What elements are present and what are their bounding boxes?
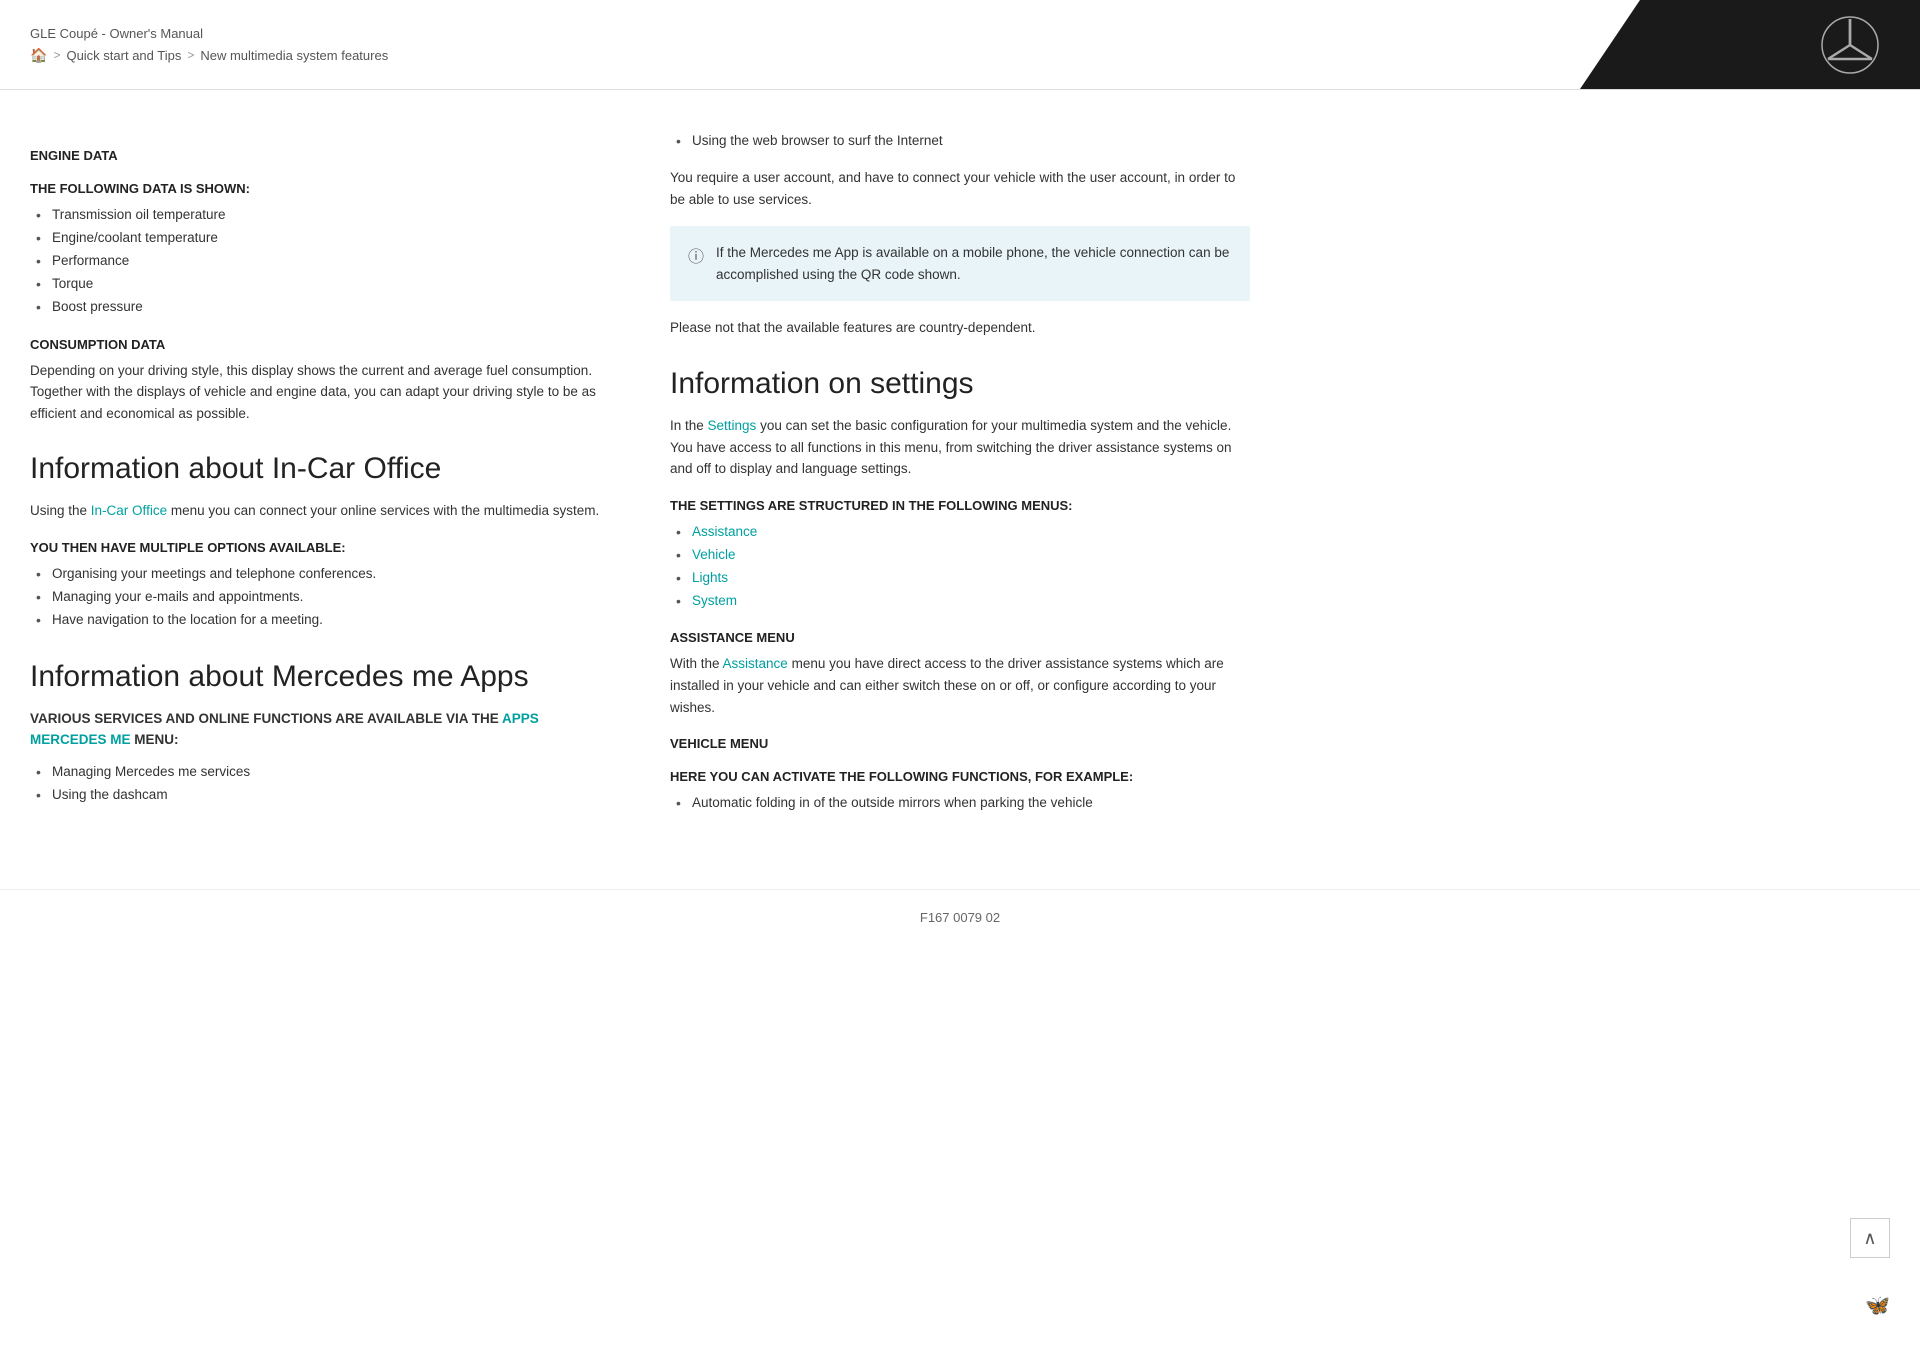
header-brand — [1580, 0, 1920, 89]
assistance-body-link[interactable]: Assistance — [723, 656, 788, 671]
vehicle-menu-heading: VEHICLE MENU — [670, 736, 1250, 751]
consumption-body: Depending on your driving style, this di… — [30, 360, 610, 425]
settings-menus-heading: THE SETTINGS ARE STRUCTURED IN THE FOLLO… — [670, 498, 1250, 513]
list-item: Performance — [30, 250, 610, 273]
list-item: Organising your meetings and telephone c… — [30, 563, 610, 586]
top-bullet-list: Using the web browser to surf the Intern… — [670, 130, 1250, 153]
manual-title: GLE Coupé - Owner's Manual — [30, 26, 1550, 41]
incar-link[interactable]: In-Car Office — [91, 503, 167, 518]
settings-intro-text: In the — [670, 418, 708, 433]
breadcrumb-step2: New multimedia system features — [200, 48, 388, 63]
vehicle-menu-link[interactable]: Vehicle — [692, 547, 736, 562]
column-right: Using the web browser to surf the Intern… — [670, 130, 1250, 829]
engine-data-list: Transmission oil temperature Engine/cool… — [30, 204, 610, 319]
breadcrumb-sep-1: > — [53, 48, 60, 62]
vehicle-functions-list: Automatic folding in of the outside mirr… — [670, 792, 1250, 815]
list-item: Automatic folding in of the outside mirr… — [670, 792, 1250, 815]
incar-options-heading: YOU THEN HAVE MULTIPLE OPTIONS AVAILABLE… — [30, 540, 610, 555]
home-icon[interactable]: 🏠 — [30, 47, 47, 64]
list-item: Transmission oil temperature — [30, 204, 610, 227]
incar-options-list: Organising your meetings and telephone c… — [30, 563, 610, 632]
list-item: Lights — [670, 567, 1250, 590]
footer: F167 0079 02 — [0, 889, 1920, 945]
apps-subheading2-text: MENU: — [134, 732, 178, 747]
info-box: ⓘ If the Mercedes me App is available on… — [670, 226, 1250, 301]
user-account-para: You require a user account, and have to … — [670, 167, 1250, 210]
engine-data-subheading: THE FOLLOWING DATA IS SHOWN: — [30, 181, 610, 196]
header-left: GLE Coupé - Owner's Manual 🏠 > Quick sta… — [0, 0, 1580, 89]
settings-heading: Information on settings — [670, 367, 1250, 401]
info-box-text: If the Mercedes me App is available on a… — [716, 242, 1232, 285]
apps-subheading-para: VARIOUS SERVICES AND ONLINE FUNCTIONS AR… — [30, 708, 610, 751]
apps-list: Managing Mercedes me services Using the … — [30, 761, 610, 807]
assistance-body-para: With the Assistance menu you have direct… — [670, 653, 1250, 718]
breadcrumb-sep-2: > — [187, 48, 194, 62]
country-dependent-para: Please not that the available features a… — [670, 317, 1250, 339]
settings-intro-para: In the Settings you can set the basic co… — [670, 415, 1250, 480]
apps-subheading-text: VARIOUS SERVICES AND ONLINE FUNCTIONS AR… — [30, 711, 499, 726]
header: GLE Coupé - Owner's Manual 🏠 > Quick sta… — [0, 0, 1920, 90]
assistance-menu-link[interactable]: Assistance — [692, 524, 757, 539]
list-item: Using the dashcam — [30, 784, 610, 807]
assistance-menu-heading: ASSISTANCE MENU — [670, 630, 1250, 645]
list-item: Engine/coolant temperature — [30, 227, 610, 250]
butterfly-icon: 🦋 — [1865, 1293, 1890, 1318]
footer-code: F167 0079 02 — [920, 910, 1000, 925]
list-item: Boost pressure — [30, 296, 610, 319]
list-item: Managing your e-mails and appointments. — [30, 586, 610, 609]
assistance-body-pre: With the — [670, 656, 723, 671]
breadcrumb-step1[interactable]: Quick start and Tips — [66, 48, 181, 63]
system-menu-link[interactable]: System — [692, 593, 737, 608]
list-item: Using the web browser to surf the Intern… — [670, 130, 1250, 153]
consumption-heading: CONSUMPTION DATA — [30, 337, 610, 352]
vehicle-functions-subheading: HERE YOU CAN ACTIVATE THE FOLLOWING FUNC… — [670, 769, 1250, 784]
incar-intro2-text: menu you can connect your online service… — [171, 503, 599, 518]
incar-intro-text: Using the — [30, 503, 91, 518]
engine-data-heading: ENGINE DATA — [30, 148, 610, 163]
info-circle-icon: ⓘ — [688, 243, 704, 267]
incar-intro-para: Using the In-Car Office menu you can con… — [30, 500, 610, 522]
list-item: Have navigation to the location for a me… — [30, 609, 610, 632]
list-item: Vehicle — [670, 544, 1250, 567]
list-item: Managing Mercedes me services — [30, 761, 610, 784]
incar-heading: Information about In-Car Office — [30, 452, 610, 486]
column-left: ENGINE DATA THE FOLLOWING DATA IS SHOWN:… — [30, 130, 610, 829]
lights-menu-link[interactable]: Lights — [692, 570, 728, 585]
breadcrumb: 🏠 > Quick start and Tips > New multimedi… — [30, 47, 1550, 64]
list-item: System — [670, 590, 1250, 613]
apps-heading: Information about Mercedes me Apps — [30, 660, 610, 694]
mercedes-logo — [1820, 15, 1880, 75]
main-content: ENGINE DATA THE FOLLOWING DATA IS SHOWN:… — [0, 90, 1920, 889]
settings-menus-list: Assistance Vehicle Lights System — [670, 521, 1250, 613]
list-item: Assistance — [670, 521, 1250, 544]
scroll-up-button[interactable]: ∧ — [1850, 1218, 1890, 1258]
list-item: Torque — [30, 273, 610, 296]
settings-link[interactable]: Settings — [708, 418, 757, 433]
